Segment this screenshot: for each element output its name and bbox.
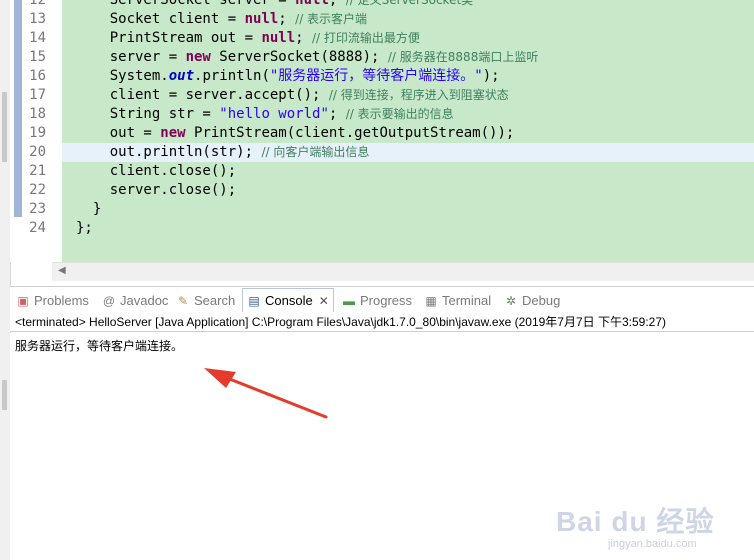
- baidu-jingyan-watermark: Bai du 经验 jingyan.baidu.com: [556, 500, 746, 554]
- watermark-logo: Bai du 经验: [556, 506, 715, 537]
- watermark-url: jingyan.baidu.com: [608, 538, 697, 550]
- annotation-arrow: [204, 368, 328, 419]
